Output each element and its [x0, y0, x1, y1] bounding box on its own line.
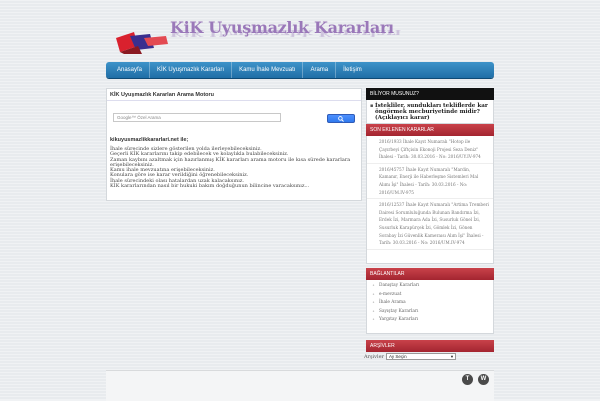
did-you-know-link[interactable]: ▪ İstekliler, sundukları tekliflerde kar…	[367, 100, 493, 125]
main-nav: Anasayfa KİK Uyuşmazlık Kararları Kamu İ…	[106, 62, 494, 78]
twitter-icon[interactable]: T	[462, 374, 473, 385]
link-yargitay[interactable]: • Yargıtay Kararları	[367, 316, 493, 325]
list-item[interactable]: 2016/12537 İhale Kayıt Numaralı "Artima …	[367, 199, 493, 250]
nav-item-home[interactable]: Anasayfa	[110, 62, 151, 78]
widget-links: BAĞLANTILAR • Danıştay Kararları • e-mevzu…	[366, 268, 494, 334]
widget-title: SON EKLENEN KARARLAR	[366, 124, 494, 136]
widget-body: 2016/1933 İhale Kayıt Numaralı "Hotop il…	[366, 136, 494, 264]
link-label: e-mevzuat	[379, 291, 402, 297]
description-list: İhale sürecinde sizlere gösterilen yolda…	[110, 146, 360, 190]
nav-item-kik-kararlari[interactable]: KİK Uyuşmazlık Kararları	[150, 62, 233, 78]
chevron-down-icon: ▼	[449, 354, 454, 359]
site-logo[interactable]: KiK Uyuşmazlık Kararları KiK Uyuşmazlık …	[116, 18, 401, 63]
list-item[interactable]: 2016/1933 İhale Kayıt Numaralı "Hotop il…	[367, 136, 493, 164]
description-line: KİK kararlarından nasıl bir hukuki bakım…	[110, 183, 310, 190]
archive-select-value: Ay Seçin	[388, 354, 407, 359]
bullet-icon: •	[372, 317, 375, 323]
bullet-icon: ▪	[370, 103, 374, 109]
widget-body: ▪ İstekliler, sundukları tekliflerde kar…	[366, 100, 494, 124]
archive-row: Arşivler Ay Seçin ▼	[364, 352, 494, 360]
link-e-mevzuat[interactable]: • e-mevzuat	[367, 291, 493, 300]
bullet-icon: •	[372, 300, 375, 306]
link-label: İhale Arama	[379, 300, 406, 305]
site-heading: kikuyusmazlikkararlari.net ile;	[110, 137, 189, 143]
widget-title: BİLİYOR MUSUNUZ?	[366, 88, 494, 100]
nav-item-mevzuat[interactable]: Kamu İhale Mevzuatı	[232, 62, 304, 78]
did-you-know-text: İstekliler, sundukları tekliflerde kar ö…	[375, 103, 488, 122]
widget-latest-decisions: SON EKLENEN KARARLAR 2016/1933 İhale Kay…	[366, 124, 494, 264]
widget-body: • Danıştay Kararları • e-mevzuat • İhale Ar…	[366, 280, 494, 334]
bullet-icon: •	[372, 308, 375, 315]
search-button[interactable]	[327, 114, 355, 123]
search-row: Google™ Özel Arama	[113, 113, 313, 122]
footer	[106, 370, 494, 401]
wordpress-icon[interactable]: W	[478, 374, 489, 385]
widget-title: ARŞİVLER	[366, 340, 494, 352]
nav-item-contact[interactable]: İletişim	[336, 62, 369, 78]
widget-title: BAĞLANTILAR	[366, 268, 494, 280]
logo-mark-icon	[116, 32, 168, 54]
bullet-icon: •	[372, 291, 375, 298]
bullet-icon: •	[372, 283, 375, 289]
page-title: KİK Uyuşmazlık Kararları Arama Motoru	[107, 89, 361, 101]
link-sayistay[interactable]: • Sayıştay Kararları	[367, 308, 493, 317]
link-label: Sayıştay Kararları	[379, 308, 419, 314]
search-input[interactable]: Google™ Özel Arama	[113, 113, 281, 122]
link-danistay[interactable]: • Danıştay Kararları	[367, 282, 493, 291]
archive-label: Arşivler	[364, 353, 384, 360]
list-item[interactable]: 2016/45757 İhale Kayıt Numaralı "Mardin,…	[367, 164, 493, 200]
link-label: Danıştay Kararları	[379, 283, 420, 288]
widget-archives: ARŞİVLER Arşivler Ay Seçin ▼	[364, 340, 494, 360]
search-icon	[338, 115, 344, 122]
widget-did-you-know: BİLİYOR MUSUNUZ? ▪ İstekliler, sunduklar…	[366, 88, 494, 124]
link-ihale-arama[interactable]: • İhale Arama	[367, 299, 493, 308]
archive-select[interactable]: Ay Seçin ▼	[385, 353, 456, 360]
main-content-panel: KİK Uyuşmazlık Kararları Arama Motoru Go…	[106, 88, 362, 201]
logo-reflection: KiK Uyuşmazlık Kararları	[170, 27, 401, 38]
nav-item-search[interactable]: Arama	[303, 62, 337, 78]
link-label: Yargıtay Kararları	[379, 317, 419, 322]
